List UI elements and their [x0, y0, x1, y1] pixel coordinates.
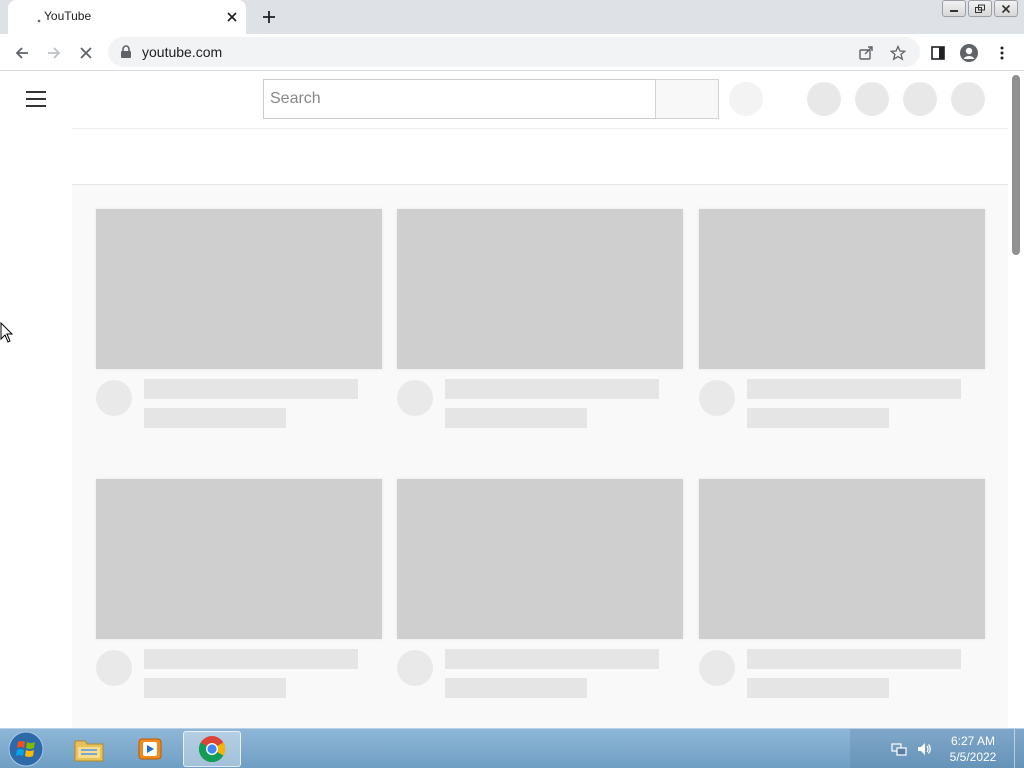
meta-placeholder — [445, 678, 587, 698]
avatar-placeholder — [699, 650, 735, 686]
avatar-placeholder — [397, 380, 433, 416]
youtube-page — [0, 72, 1024, 728]
windows-taskbar: 6:27 AM 5/5/2022 — [0, 728, 1024, 768]
close-window-button[interactable] — [994, 0, 1018, 17]
thumbnail-placeholder — [699, 479, 985, 639]
scrollbar-thumb[interactable] — [1012, 75, 1020, 255]
taskbar-media-player[interactable] — [121, 731, 179, 767]
show-desktop-button[interactable] — [1014, 729, 1024, 768]
meta-placeholder — [144, 408, 286, 428]
address-bar[interactable]: youtube.com — [108, 37, 920, 67]
voice-search-placeholder — [729, 82, 763, 116]
windows-logo-icon — [8, 731, 44, 767]
header-icon-placeholder — [951, 82, 985, 116]
avatar-placeholder — [96, 380, 132, 416]
avatar-placeholder — [96, 650, 132, 686]
thumbnail-placeholder — [397, 209, 683, 369]
title-placeholder — [747, 379, 961, 399]
title-placeholder — [144, 649, 358, 669]
mouse-cursor-icon — [0, 322, 14, 343]
share-icon[interactable] — [854, 41, 878, 65]
start-button[interactable] — [6, 730, 46, 768]
title-placeholder — [445, 649, 659, 669]
clock-time: 6:27 AM — [950, 734, 996, 748]
browser-tab[interactable]: YouTube — [8, 0, 246, 34]
restore-button[interactable] — [968, 0, 992, 17]
taskbar-explorer[interactable] — [60, 731, 118, 767]
header-icon-placeholder — [903, 82, 937, 116]
thumbnail-placeholder — [397, 479, 683, 639]
thumbnail-placeholder — [96, 209, 382, 369]
title-placeholder — [747, 649, 961, 669]
volume-icon[interactable] — [916, 741, 932, 757]
lock-icon — [121, 45, 131, 58]
browser-toolbar: youtube.com — [0, 34, 1024, 71]
stop-loading-icon[interactable] — [74, 41, 98, 65]
side-panel-icon[interactable] — [926, 41, 950, 65]
window-controls — [942, 0, 1018, 17]
meta-placeholder — [445, 408, 587, 428]
folder-icon — [74, 740, 104, 762]
search-input[interactable] — [263, 79, 656, 119]
header-icon-placeholder — [855, 82, 889, 116]
title-placeholder — [445, 379, 659, 399]
meta-placeholder — [144, 678, 286, 698]
search-button[interactable] — [655, 79, 719, 119]
minimize-button[interactable] — [942, 0, 966, 17]
close-tab-icon[interactable] — [223, 8, 241, 26]
chips-bar-placeholder — [72, 128, 1008, 185]
page-scrollbar[interactable] — [1008, 72, 1024, 728]
thumbnail-placeholder — [96, 479, 382, 639]
profile-icon[interactable] — [957, 41, 981, 65]
header-icon-placeholder — [807, 82, 841, 116]
more-menu-icon[interactable] — [990, 41, 1014, 65]
clock-date: 5/5/2022 — [949, 750, 997, 764]
avatar-placeholder — [699, 380, 735, 416]
video-grid — [72, 185, 1008, 728]
tab-title: YouTube — [44, 9, 92, 23]
network-icon[interactable] — [891, 741, 907, 757]
url-text: youtube.com — [142, 44, 223, 60]
meta-placeholder — [747, 408, 889, 428]
avatar-placeholder — [397, 650, 433, 686]
menu-hamburger-icon[interactable] — [26, 91, 46, 107]
taskbar-clock[interactable]: 6:27 AM 5/5/2022 — [935, 733, 1011, 765]
bookmark-star-icon[interactable] — [886, 41, 910, 65]
new-tab-button[interactable] — [258, 6, 280, 28]
title-placeholder — [144, 379, 358, 399]
media-player-icon — [138, 738, 162, 760]
back-arrow-icon[interactable] — [10, 41, 34, 65]
taskbar-chrome[interactable] — [183, 731, 241, 767]
thumbnail-placeholder — [699, 209, 985, 369]
meta-placeholder — [747, 678, 889, 698]
screen: YouTube youtube.com Search 6:27 AM 5/5/2… — [0, 0, 1024, 768]
forward-arrow-icon[interactable] — [42, 41, 66, 65]
chrome-icon — [198, 736, 226, 763]
browser-tabstrip: YouTube — [0, 0, 1024, 34]
